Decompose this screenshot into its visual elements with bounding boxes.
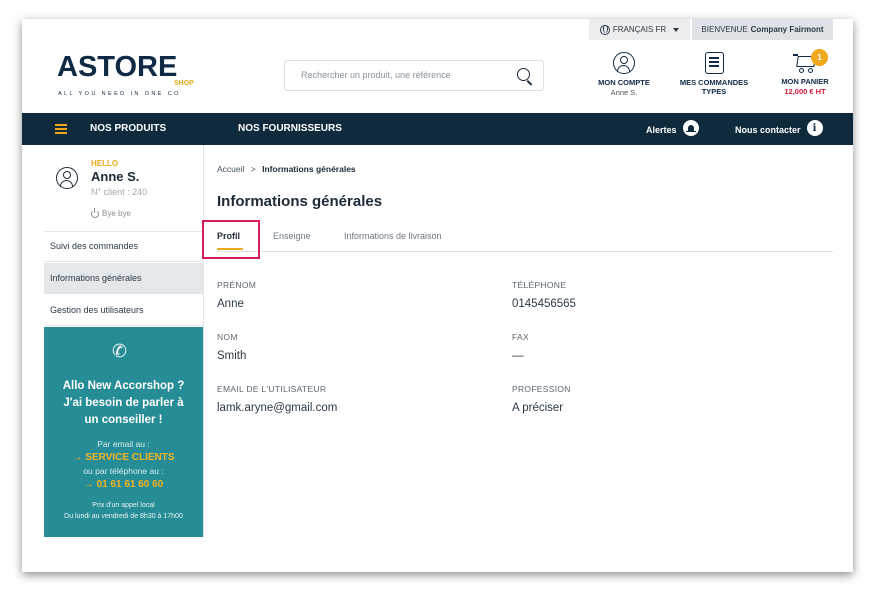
- fax-field: FAX —: [512, 332, 782, 362]
- logout-label: Bye bye: [102, 209, 131, 218]
- profession-label: PROFESSION: [512, 384, 571, 394]
- search-box: [284, 60, 544, 91]
- contact-panel: ✆ Allo New Accorshop ? J'ai besoin de pa…: [44, 327, 203, 537]
- language-label: FRANÇAIS FR: [612, 25, 667, 34]
- alerts-label: Alertes: [646, 124, 677, 135]
- tab-delivery-info[interactable]: Informations de livraison: [344, 231, 442, 241]
- user-name: Anne S.: [91, 169, 140, 184]
- tab-brand[interactable]: Enseigne: [273, 231, 311, 241]
- call-price-note: Prix d'un appel local: [92, 502, 155, 509]
- tab-bar: Profil Enseigne Informations de livraiso…: [217, 224, 833, 252]
- breadcrumb-home[interactable]: Accueil: [217, 164, 244, 174]
- language-selector[interactable]: FRANÇAIS FR: [589, 19, 690, 40]
- cart-total: 12,000 € HT: [784, 87, 826, 96]
- logo-tagline: ALL YOU NEED IN ONE CO: [58, 91, 181, 97]
- profession-field: PROFESSION A préciser: [512, 384, 782, 414]
- first-name-field: PRÉNOM Anne: [217, 280, 487, 310]
- by-email-label: Par email au :: [97, 439, 150, 449]
- contact-title-line3: un conseiller !: [84, 414, 163, 426]
- phone-number-link[interactable]: → 01 61 61 60 60: [44, 479, 203, 490]
- profession-value: A préciser: [512, 402, 564, 414]
- main-nav: NOS PRODUITS NOS FOURNISSEURS Alertes No…: [22, 113, 853, 145]
- sidebar-item-orders[interactable]: Suivi des commandes: [44, 231, 203, 262]
- nav-contact[interactable]: Nous contacter i: [735, 120, 823, 136]
- search-icon[interactable]: [517, 68, 530, 81]
- bell-icon: [682, 120, 699, 136]
- account-user: Anne S.: [610, 88, 638, 97]
- sidebar-item-users[interactable]: Gestion des utilisateurs: [44, 295, 203, 326]
- breadcrumb-current: Informations générales: [262, 164, 356, 174]
- logo[interactable]: ASTORE SHOP ALL YOU NEED IN ONE CO: [57, 51, 194, 99]
- company-name: Company Fairmont: [750, 25, 824, 34]
- profile-card: HELLO Anne S. N° client : 240 Bye bye: [44, 145, 203, 232]
- app-window: FRANÇAIS FR BIENVENUE Company Fairmont A…: [22, 19, 853, 572]
- orders-label-line1: MES COMMANDES: [679, 78, 749, 87]
- contact-title: Allo New Accorshop ? J'ai besoin de parl…: [44, 378, 203, 429]
- cart-count-badge: 1: [811, 49, 828, 66]
- email-field: EMAIL DE L'UTILISATEUR lamk.aryne@gmail.…: [217, 384, 487, 414]
- orders-label-line2: TYPES: [701, 87, 727, 96]
- header: ASTORE SHOP ALL YOU NEED IN ONE CO MON C…: [22, 40, 853, 113]
- email-value: lamk.aryne@gmail.com: [217, 402, 338, 414]
- logout-button[interactable]: Bye bye: [91, 207, 131, 218]
- welcome-banner: BIENVENUE Company Fairmont: [692, 19, 833, 40]
- phone-chat-icon: ✆: [112, 341, 128, 362]
- logo-main-text: ASTORE: [57, 51, 178, 83]
- last-name-value: Smith: [217, 350, 247, 362]
- info-icon: i: [806, 120, 823, 136]
- contact-title-line1: Allo New Accorshop ?: [62, 380, 185, 392]
- page-title: Informations générales: [217, 193, 383, 210]
- phone-value: 0145456565: [512, 298, 576, 310]
- breadcrumb: Accueil > Informations générales: [217, 164, 356, 174]
- phone-field: TÉLÉPHONE 0145456565: [512, 280, 782, 310]
- search-input[interactable]: [299, 69, 508, 81]
- hamburger-menu-icon[interactable]: [55, 124, 67, 134]
- fax-value: —: [512, 350, 524, 362]
- chevron-down-icon: [673, 27, 680, 32]
- last-name-label: NOM: [217, 332, 238, 342]
- nav-alerts[interactable]: Alertes: [646, 120, 699, 136]
- phone-label: TÉLÉPHONE: [512, 280, 567, 290]
- last-name-field: NOM Smith: [217, 332, 487, 362]
- nav-products[interactable]: NOS PRODUITS: [90, 123, 166, 134]
- nav-suppliers[interactable]: NOS FOURNISSEURS: [238, 123, 342, 134]
- divider: [203, 145, 204, 537]
- top-utility-bar: FRANÇAIS FR BIENVENUE Company Fairmont: [22, 19, 853, 40]
- hello-label: HELLO: [91, 159, 119, 168]
- sidebar: HELLO Anne S. N° client : 240 Bye bye Su…: [44, 145, 203, 537]
- contact-label: Nous contacter: [735, 124, 801, 135]
- user-icon: [613, 52, 635, 74]
- first-name-value: Anne: [217, 298, 244, 310]
- welcome-prefix: BIENVENUE: [701, 25, 748, 34]
- cart-label: MON PANIER: [781, 77, 829, 86]
- highlight-box: [202, 220, 260, 259]
- opening-hours: Du lundi au vendredi de 8h30 à 17h00: [64, 513, 183, 520]
- power-icon: [91, 207, 99, 218]
- standard-orders-button[interactable]: MES COMMANDES TYPES: [674, 52, 754, 96]
- by-phone-label: ou par téléphone au :: [83, 466, 164, 476]
- list-icon: [704, 52, 724, 74]
- fax-label: FAX: [512, 332, 529, 342]
- customer-service-link[interactable]: → SERVICE CLIENTS: [44, 452, 203, 463]
- sidebar-item-general-info[interactable]: Informations générales: [44, 263, 203, 294]
- user-icon: [56, 167, 78, 189]
- first-name-label: PRÉNOM: [217, 280, 257, 290]
- account-label: MON COMPTE: [598, 78, 650, 87]
- logo-sub-text: SHOP: [174, 80, 194, 87]
- globe-icon: [599, 24, 610, 35]
- client-number: N° client : 240: [91, 187, 148, 197]
- contact-title-line2: J'ai besoin de parler à: [63, 397, 184, 409]
- email-label: EMAIL DE L'UTILISATEUR: [217, 384, 327, 394]
- breadcrumb-separator: >: [250, 164, 256, 174]
- my-account-button[interactable]: MON COMPTE Anne S.: [588, 52, 660, 97]
